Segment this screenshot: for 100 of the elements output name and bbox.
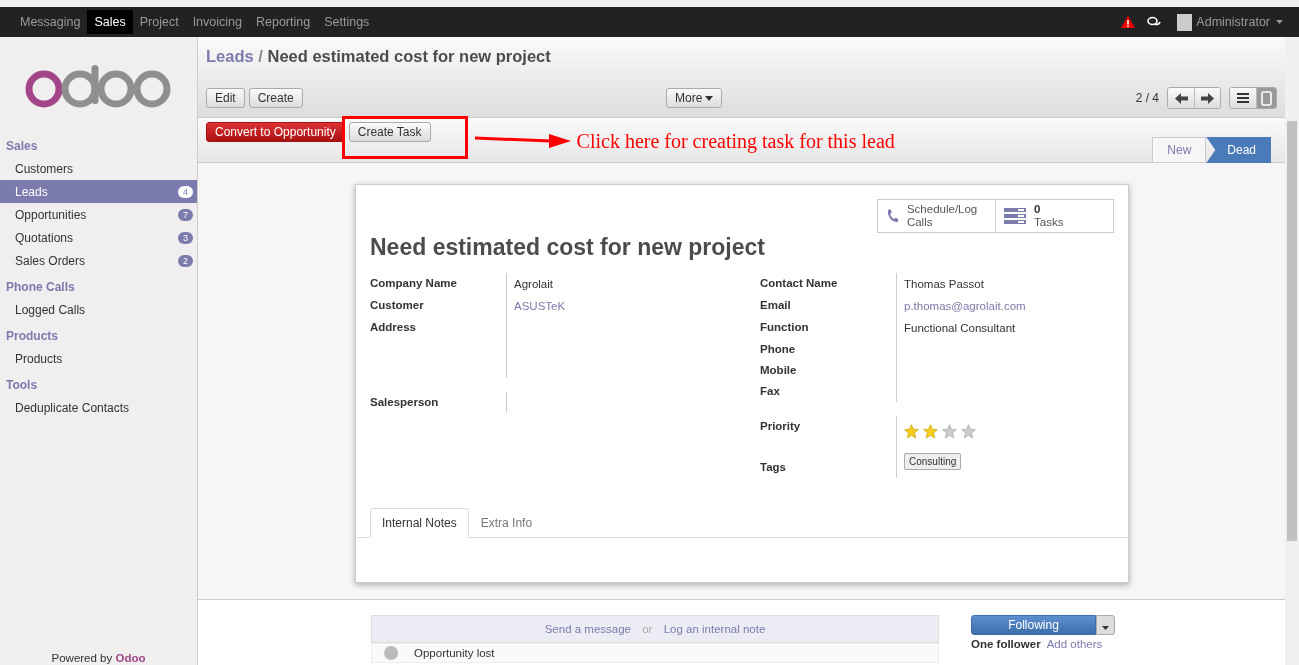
send-message-link[interactable]: Send a message	[544, 623, 631, 635]
field-value: Agrolait	[506, 273, 760, 295]
smart-button-label: Tasks	[1034, 216, 1064, 229]
toolbar-button[interactable]: Edit	[206, 88, 245, 108]
smart-button[interactable]: Schedule/Log Calls	[878, 200, 995, 232]
menu-item[interactable]: Sales	[87, 10, 133, 34]
warning-icon[interactable]	[1121, 16, 1136, 28]
more-dropdown[interactable]: More	[666, 88, 723, 108]
field-label: Contact Name	[760, 276, 839, 291]
count-badge: 2	[178, 254, 193, 267]
star-icon[interactable]	[923, 424, 938, 439]
sidebar-item-label: Deduplicate Contacts	[15, 400, 130, 415]
field-label: Tags	[760, 460, 787, 475]
action-button[interactable]: Convert to Opportunity	[206, 122, 345, 142]
field-link[interactable]: p.thomas@agrolait.com	[896, 295, 1114, 317]
menu-item[interactable]: Project	[132, 10, 186, 34]
sidebar-item[interactable]: Leads 4	[0, 180, 197, 203]
chat-icon[interactable]	[1147, 16, 1162, 28]
sidebar-section-title: Tools	[5, 377, 39, 394]
field-value: Functional Consultant	[896, 317, 1114, 339]
breadcrumb-link[interactable]: Leads	[206, 47, 254, 65]
sidebar-item[interactable]: Deduplicate Contacts	[0, 396, 197, 419]
sidebar-item-label: Products	[15, 351, 63, 366]
previous-button[interactable]	[1168, 88, 1194, 108]
user-menu[interactable]: Administrator	[1196, 15, 1283, 29]
stage-step[interactable]: Dead	[1206, 137, 1271, 163]
pager-text: 2 / 4	[1135, 91, 1159, 105]
field-value: Thomas Passot	[896, 273, 1114, 295]
field-label: Address	[370, 320, 418, 335]
breadcrumb-current: Need estimated cost for new project	[267, 47, 551, 65]
sidebar-section-title: Phone Calls	[5, 279, 76, 296]
sidebar-item-label: Sales Orders	[15, 253, 86, 268]
stage-step[interactable]: New	[1152, 137, 1207, 163]
notebook-tab[interactable]: Extra Info	[468, 508, 545, 538]
avatar-placeholder	[384, 646, 398, 660]
caret-icon	[705, 95, 714, 101]
smart-button[interactable]: 0 Tasks	[995, 200, 1113, 232]
smart-button-label: Schedule/Log Calls	[906, 203, 979, 229]
list-view-button[interactable]	[1230, 88, 1256, 108]
sidebar-item[interactable]: Customers	[0, 157, 197, 180]
priority-stars[interactable]	[896, 416, 976, 444]
sidebar-item[interactable]: Sales Orders 2	[0, 249, 197, 272]
star-icon[interactable]	[942, 424, 957, 439]
field-label: Salesperson	[370, 395, 440, 410]
phone-icon	[886, 207, 899, 225]
sidebar-item[interactable]: Opportunities 7	[0, 203, 197, 226]
tag-badge: Consulting	[904, 453, 962, 470]
sidebar-item-label: Leads	[15, 184, 48, 199]
powered-by-text: Powered by Odoo	[50, 652, 147, 665]
field-label: Fax	[760, 384, 781, 399]
annotation-text: Click here for creating task for this lead	[576, 130, 895, 153]
left-arrow-icon	[1174, 92, 1188, 104]
menu-item[interactable]: Messaging	[13, 10, 88, 34]
list-icon	[1237, 93, 1249, 103]
star-icon[interactable]	[904, 424, 919, 439]
field-label: Email	[760, 298, 792, 313]
menu-item[interactable]: Invoicing	[185, 10, 249, 34]
following-button[interactable]: Following	[971, 615, 1096, 635]
star-icon[interactable]	[961, 424, 976, 439]
field-link[interactable]: ASUSTeK	[506, 295, 760, 317]
toolbar-button[interactable]: Create	[248, 88, 303, 108]
notebook-tab[interactable]: Internal Notes	[370, 508, 469, 538]
followers-count: One follower	[971, 638, 1041, 650]
tablet-icon	[1261, 90, 1272, 106]
sidebar-item-label: Customers	[15, 161, 73, 176]
task-count: 0	[1034, 203, 1042, 216]
count-badge: 7	[178, 208, 193, 221]
right-arrow-icon	[1201, 92, 1214, 104]
avatar-placeholder	[1177, 13, 1193, 31]
field-label: Customer	[370, 298, 425, 313]
or-text: or	[642, 623, 653, 635]
action-button[interactable]: Create Task	[348, 122, 431, 142]
menu-item[interactable]: Reporting	[249, 10, 318, 34]
sidebar-item[interactable]: Quotations 3	[0, 226, 197, 249]
message-text: Opportunity lost	[414, 647, 495, 659]
log-note-link[interactable]: Log an internal note	[663, 623, 766, 635]
field-label: Phone	[760, 342, 797, 357]
sidebar-section-title: Products	[5, 328, 59, 345]
record-title: Need estimated cost for new project	[370, 234, 766, 261]
count-badge: 4	[178, 185, 193, 198]
next-button[interactable]	[1194, 88, 1220, 108]
add-followers-link[interactable]: Add others	[1046, 638, 1103, 650]
sidebar-item-label: Quotations	[15, 230, 74, 245]
caret-icon	[1102, 625, 1109, 630]
field-label: Function	[760, 320, 810, 335]
scrollbar[interactable]	[1285, 37, 1299, 665]
sidebar-item[interactable]: Products	[0, 347, 197, 370]
tasks-icon	[1004, 208, 1026, 224]
field-label: Mobile	[760, 363, 798, 378]
menu-item[interactable]: Settings	[317, 10, 377, 34]
breadcrumb-separator: /	[258, 47, 263, 65]
field-label: Priority	[760, 419, 802, 434]
follow-dropdown-button[interactable]	[1096, 615, 1115, 635]
field-label: Company Name	[370, 276, 458, 291]
sidebar-section-title: Sales	[5, 138, 39, 155]
count-badge: 3	[178, 231, 193, 244]
sidebar-item[interactable]: Logged Calls	[0, 298, 197, 321]
sidebar-item-label: Opportunities	[15, 207, 87, 222]
sidebar-item-label: Logged Calls	[15, 302, 86, 317]
caret-icon	[1276, 20, 1283, 24]
